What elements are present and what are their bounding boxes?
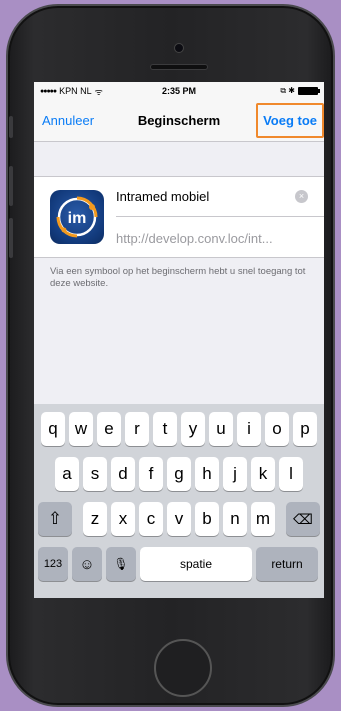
key-k[interactable]: k xyxy=(251,457,275,491)
battery-icon xyxy=(298,87,320,95)
key-i[interactable]: i xyxy=(237,412,261,446)
keyboard: q w e r t y u i o p a s d f g h j k l ⇧ … xyxy=(34,404,324,598)
intramed-logo-icon: im xyxy=(56,196,98,238)
bookmark-name-value: Intramed mobiel xyxy=(116,189,210,204)
volume-down-button xyxy=(9,218,13,258)
key-m[interactable]: m xyxy=(251,502,275,536)
key-q[interactable]: q xyxy=(41,412,65,446)
key-u[interactable]: u xyxy=(209,412,233,446)
space-key[interactable]: spatie xyxy=(140,547,252,581)
key-s[interactable]: s xyxy=(83,457,107,491)
key-z[interactable]: z xyxy=(83,502,107,536)
home-button[interactable] xyxy=(154,639,212,697)
key-h[interactable]: h xyxy=(195,457,219,491)
keyboard-row-1: q w e r t y u i o p xyxy=(34,412,324,446)
key-a[interactable]: a xyxy=(55,457,79,491)
mute-switch xyxy=(9,116,13,138)
app-icon: im xyxy=(50,190,104,244)
key-d[interactable]: d xyxy=(111,457,135,491)
key-e[interactable]: e xyxy=(97,412,121,446)
key-w[interactable]: w xyxy=(69,412,93,446)
numbers-key[interactable]: 123 xyxy=(38,547,68,581)
return-key[interactable]: return xyxy=(256,547,318,581)
key-t[interactable]: t xyxy=(153,412,177,446)
bookmark-url-field: http://develop.conv.loc/int... xyxy=(116,217,316,259)
key-y[interactable]: y xyxy=(181,412,205,446)
earpiece-speaker xyxy=(150,64,208,70)
key-l[interactable]: l xyxy=(279,457,303,491)
shift-key-icon[interactable]: ⇧ xyxy=(38,502,72,536)
clear-icon[interactable]: × xyxy=(295,190,308,203)
volume-up-button xyxy=(9,166,13,206)
microphone-key-icon[interactable]: 🎙 xyxy=(106,547,136,581)
key-r[interactable]: r xyxy=(125,412,149,446)
backspace-key-icon[interactable]: ⌫ xyxy=(286,502,320,536)
key-c[interactable]: c xyxy=(139,502,163,536)
navigation-bar: Annuleer Beginscherm Voeg toe xyxy=(34,100,324,142)
emoji-key-icon[interactable]: ☺ xyxy=(72,547,102,581)
status-bar: ●●●●● KPN NL ᯤ 2:35 PM ⧉ ✱ xyxy=(34,82,324,100)
keyboard-row-4: 123 ☺ 🎙 spatie return xyxy=(34,547,324,581)
key-x[interactable]: x xyxy=(111,502,135,536)
cancel-button[interactable]: Annuleer xyxy=(42,113,94,128)
screen: ●●●●● KPN NL ᯤ 2:35 PM ⧉ ✱ Annuleer Begi… xyxy=(34,82,324,598)
key-b[interactable]: b xyxy=(195,502,219,536)
status-time: 2:35 PM xyxy=(161,86,196,96)
keyboard-row-2: a s d f g h j k l xyxy=(34,457,324,491)
add-button[interactable]: Voeg toe xyxy=(256,103,324,138)
key-j[interactable]: j xyxy=(223,457,247,491)
bookmark-url-value: http://develop.conv.loc/int... xyxy=(116,230,273,246)
logo-text: im xyxy=(68,210,87,227)
key-n[interactable]: n xyxy=(223,502,247,536)
key-g[interactable]: g xyxy=(167,457,191,491)
bookmark-name-input[interactable]: Intramed mobiel xyxy=(116,177,324,217)
bookmark-card: im Intramed mobiel × http://develop.conv… xyxy=(34,176,324,258)
key-p[interactable]: p xyxy=(293,412,317,446)
key-o[interactable]: o xyxy=(265,412,289,446)
front-camera xyxy=(174,43,184,53)
key-v[interactable]: v xyxy=(167,502,191,536)
key-f[interactable]: f xyxy=(139,457,163,491)
info-text: Via een symbool op het beginscherm hebt … xyxy=(50,266,306,289)
keyboard-row-3: ⇧ z x c v b n m ⌫ xyxy=(34,502,324,536)
